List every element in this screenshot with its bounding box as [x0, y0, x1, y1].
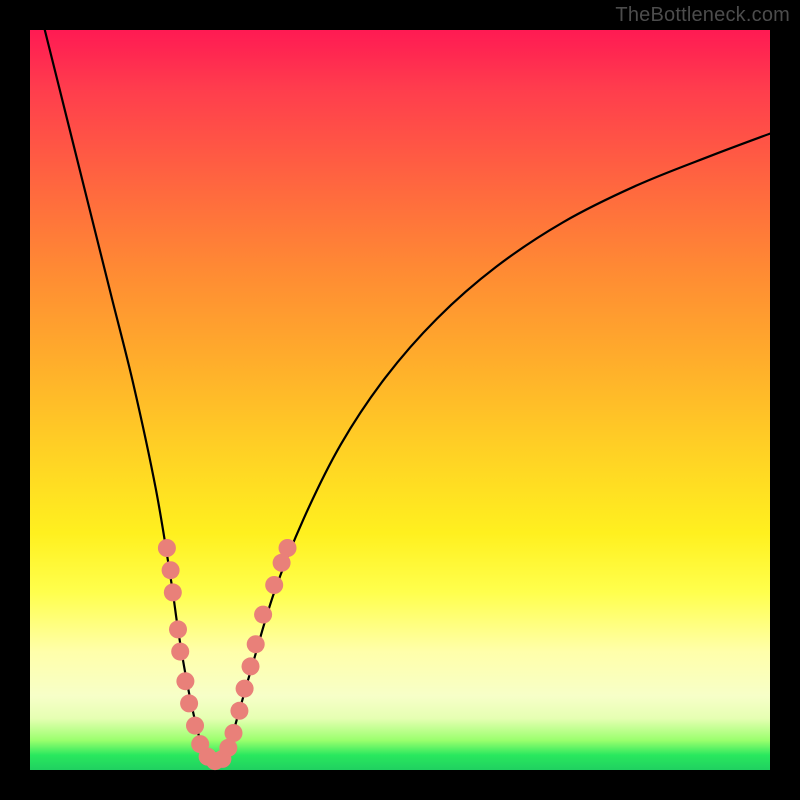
data-point [176, 672, 194, 690]
data-point [186, 717, 204, 735]
chart-svg [30, 30, 770, 770]
data-point [164, 583, 182, 601]
data-point [171, 643, 189, 661]
data-point [265, 576, 283, 594]
curve-group [45, 30, 770, 763]
bottleneck-curve [45, 30, 770, 763]
watermark-text: TheBottleneck.com [615, 4, 790, 27]
data-point [169, 620, 187, 638]
data-point [236, 680, 254, 698]
data-point [279, 539, 297, 557]
data-point [180, 694, 198, 712]
data-point [254, 606, 272, 624]
data-point [162, 561, 180, 579]
data-point [242, 657, 260, 675]
chart-frame: TheBottleneck.com [0, 0, 800, 800]
data-point [230, 702, 248, 720]
data-point [158, 539, 176, 557]
highlighted-points [158, 539, 297, 770]
data-point [225, 724, 243, 742]
data-point [247, 635, 265, 653]
